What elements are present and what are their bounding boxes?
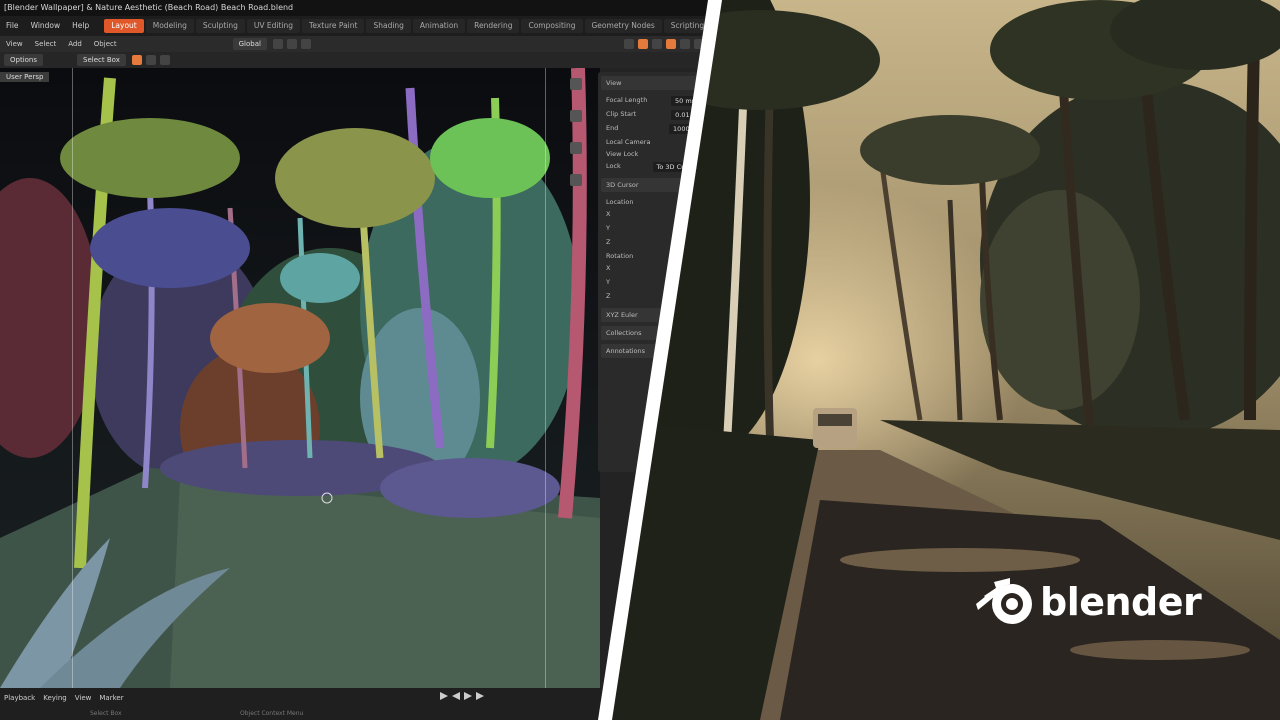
visibility-icon[interactable]	[624, 39, 634, 49]
menu-select[interactable]: Select	[29, 36, 63, 52]
timeline-menus: Playback Keying View Marker	[4, 694, 124, 702]
tab-uv-editing[interactable]: UV Editing	[246, 19, 301, 33]
viewport-label: User Persp	[0, 72, 50, 82]
menu-window[interactable]: Window	[25, 16, 67, 36]
rotation-label: Rotation	[606, 252, 634, 260]
tab-modeling[interactable]: Modeling	[145, 19, 194, 33]
menu-add[interactable]: Add	[62, 36, 88, 52]
tab-shading[interactable]: Shading	[366, 19, 411, 33]
menu-object[interactable]: Object	[88, 36, 123, 52]
options-dropdown[interactable]: Options	[4, 54, 44, 66]
menu-keying[interactable]: Keying	[43, 694, 67, 702]
blender-logo-icon	[976, 578, 1032, 624]
snap-icon[interactable]	[286, 39, 297, 49]
menu-file[interactable]: File	[0, 16, 25, 36]
transform-orientation-dropdown[interactable]: Global	[232, 38, 267, 50]
camera-view-icon[interactable]	[570, 142, 582, 154]
lock-label: Lock	[606, 162, 621, 170]
window-title: [Blender Wallpaper] & Nature Aesthetic (…	[4, 3, 294, 12]
select-subtract-icon[interactable]	[159, 55, 170, 65]
blender-logo-text: blender	[1040, 580, 1202, 624]
window-titlebar: [Blender Wallpaper] & Nature Aesthetic (…	[0, 0, 720, 16]
play-reverse-icon[interactable]	[452, 692, 460, 700]
location-label: Location	[606, 198, 634, 206]
rot-y-label: Y	[606, 278, 610, 286]
panel-view-header[interactable]: View	[601, 76, 707, 90]
perspective-toggle-icon[interactable]	[570, 174, 582, 186]
menu-help[interactable]: Help	[66, 16, 95, 36]
clip-end-label: End	[606, 124, 619, 132]
select-extend-icon[interactable]	[145, 55, 156, 65]
tab-sculpting[interactable]: Sculpting	[195, 19, 245, 33]
pan-icon[interactable]	[570, 110, 582, 122]
select-new-icon[interactable]	[131, 55, 142, 65]
view-lock-label: View Lock	[606, 150, 639, 158]
menu-playback[interactable]: Playback	[4, 694, 35, 702]
focal-length-label: Focal Length	[606, 96, 648, 104]
jump-end-icon[interactable]	[476, 692, 484, 700]
status-context-menu: Object Context Menu	[240, 710, 304, 717]
menu-marker[interactable]: Marker	[99, 694, 123, 702]
tab-compositing[interactable]: Compositing	[521, 19, 583, 33]
tab-geometry-nodes[interactable]: Geometry Nodes	[584, 19, 662, 33]
tab-animation[interactable]: Animation	[412, 19, 466, 33]
proportional-edit-icon[interactable]	[300, 39, 311, 49]
menu-view[interactable]: View	[0, 36, 29, 52]
tool-settings-bar: Options Select Box	[0, 52, 720, 68]
gizmo-icon[interactable]	[638, 39, 648, 49]
xray-icon[interactable]	[666, 39, 676, 49]
loc-y-label: Y	[606, 224, 610, 232]
navigation-gizmo-column	[570, 78, 584, 206]
tab-rendering[interactable]: Rendering	[467, 19, 520, 33]
tab-layout[interactable]: Layout	[104, 19, 144, 33]
camera-frame-left	[72, 68, 73, 688]
play-icon[interactable]	[440, 692, 448, 700]
zoom-icon[interactable]	[570, 78, 582, 90]
overlay-icon[interactable]	[652, 39, 662, 49]
blender-logo: blender	[976, 574, 1202, 630]
camera-frame-right	[545, 68, 546, 688]
rot-z-label: Z	[606, 292, 611, 300]
viewport-header: View Select Add Object Global	[0, 36, 720, 52]
status-select-box: Select Box	[90, 710, 122, 717]
pivot-icon[interactable]	[272, 39, 283, 49]
menu-view-timeline[interactable]: View	[75, 694, 92, 702]
viewport-scene	[0, 68, 600, 688]
clip-start-label: Clip Start	[606, 110, 637, 118]
loc-x-label: X	[606, 210, 611, 218]
3d-viewport[interactable]: User Persp	[0, 68, 600, 688]
next-keyframe-icon[interactable]	[464, 692, 472, 700]
playback-controls	[440, 692, 484, 700]
rot-x-label: X	[606, 264, 611, 272]
workspace-tabs: Layout Modeling Sculpting UV Editing Tex…	[103, 16, 712, 36]
top-menubar: File Window Help Layout Modeling Sculpti…	[0, 16, 720, 36]
select-mode-dropdown[interactable]: Select Box	[77, 54, 126, 66]
blender-editor: [Blender Wallpaper] & Nature Aesthetic (…	[0, 0, 720, 720]
local-camera-label: Local Camera	[606, 138, 651, 146]
shading-solid-icon[interactable]	[680, 39, 690, 49]
loc-z-label: Z	[606, 238, 611, 246]
tab-texture-paint[interactable]: Texture Paint	[302, 19, 365, 33]
